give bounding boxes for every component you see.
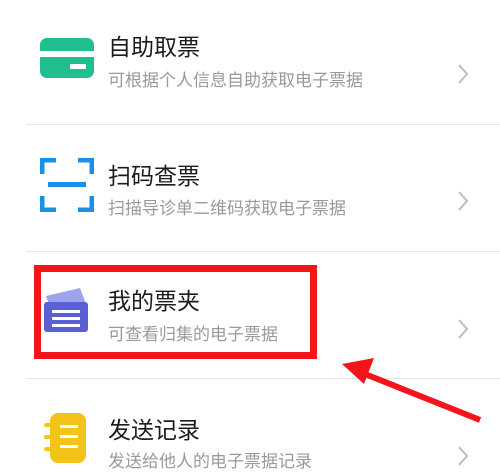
chevron-right-icon <box>458 319 469 339</box>
menu-item-title: 扫码查票 <box>108 164 200 190</box>
menu-item-scan-ticket[interactable]: 扫码查票 扫描导诊单二维码获取电子票据 <box>0 125 500 251</box>
chevron-right-icon <box>458 64 469 84</box>
chevron-right-icon <box>458 446 469 466</box>
menu-item-subtitle: 发送给他人的电子票据记录 <box>108 452 312 472</box>
annotation-arrow-icon <box>342 358 482 423</box>
annotation-highlight-box <box>34 265 317 359</box>
record-icon <box>44 413 86 463</box>
card-icon <box>40 38 94 78</box>
chevron-right-icon <box>458 191 469 211</box>
scan-icon <box>40 158 94 212</box>
menu-item-self-service[interactable]: 自助取票 可根据个人信息自助获取电子票据 <box>0 0 500 124</box>
menu-item-title: 自助取票 <box>108 35 200 61</box>
menu-item-subtitle: 扫描导诊单二维码获取电子票据 <box>108 199 346 219</box>
menu-item-subtitle: 可根据个人信息自助获取电子票据 <box>108 71 363 91</box>
menu-item-title: 发送记录 <box>108 418 200 444</box>
